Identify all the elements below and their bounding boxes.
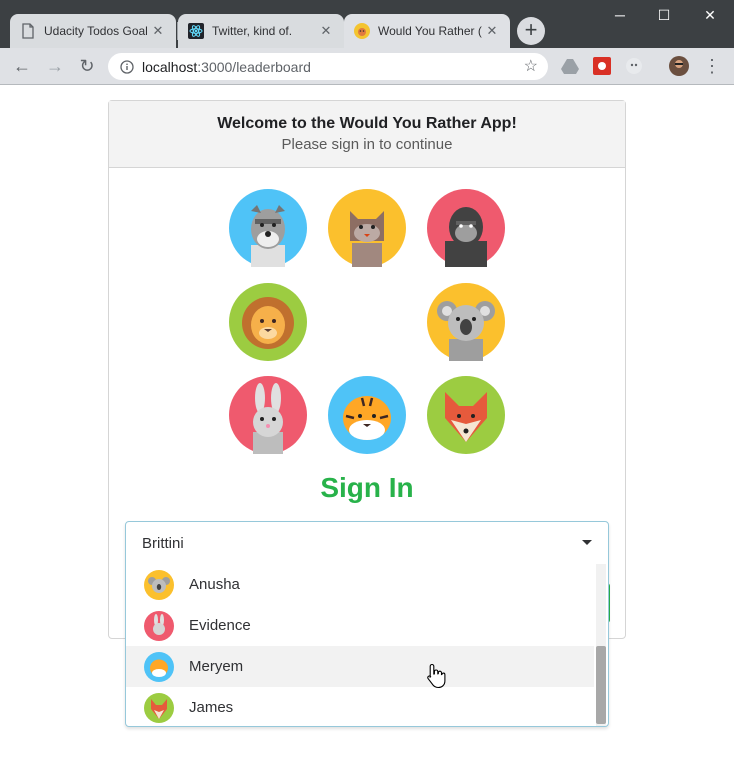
bookmark-star-icon[interactable]: ☆ xyxy=(524,56,538,76)
dropdown-menu: Anusha Evidence Meryem James xyxy=(126,564,608,726)
rabbit-icon xyxy=(229,376,307,454)
tab-title: Udacity Todos Goal xyxy=(44,24,148,38)
fox-icon xyxy=(144,692,174,723)
document-icon xyxy=(22,23,34,39)
close-tab-icon[interactable]: ✕ xyxy=(150,23,166,39)
close-window-icon[interactable]: ✕ xyxy=(696,4,724,26)
option-label: James xyxy=(189,699,234,716)
back-icon[interactable]: ← xyxy=(10,54,34,78)
dropdown-option-meryem[interactable]: Meryem xyxy=(126,646,594,687)
browser-menu-icon[interactable]: ⋮ xyxy=(700,54,724,78)
browser-titlebar: Udacity Todos Goal ✕ Twitter, kind of. ✕… xyxy=(0,0,734,48)
dropdown-scroll-thumb[interactable] xyxy=(596,646,606,724)
hand-cursor-icon xyxy=(427,663,446,689)
tab-udacity-todos[interactable]: Udacity Todos Goal ✕ xyxy=(10,14,176,48)
option-label: Anusha xyxy=(189,576,240,593)
card-header: Welcome to the Would You Rather App! Ple… xyxy=(109,101,625,168)
rabbit-icon xyxy=(144,610,174,641)
koala-icon xyxy=(427,283,505,361)
profile-avatar-icon[interactable] xyxy=(669,56,689,76)
lion-icon xyxy=(229,283,307,361)
url-path: :3000/leaderboard xyxy=(197,58,311,75)
tab-title: Twitter, kind of. xyxy=(212,24,293,38)
close-tab-icon[interactable]: ✕ xyxy=(484,23,500,39)
maximize-icon[interactable]: ☐ xyxy=(650,4,678,26)
welcome-title: Welcome to the Would You Rather App! xyxy=(217,115,517,132)
minimize-icon[interactable]: ─ xyxy=(606,4,634,26)
fox-icon xyxy=(427,376,505,454)
tab-would-you-rather[interactable]: Would You Rather ( ✕ xyxy=(344,14,510,48)
dropdown-option-evidence[interactable]: Evidence xyxy=(126,605,594,646)
dropdown-caret-icon[interactable] xyxy=(582,540,592,545)
koala-icon xyxy=(144,569,174,600)
google-drive-icon[interactable] xyxy=(561,57,579,75)
tab-twitter[interactable]: Twitter, kind of. ✕ xyxy=(178,14,344,48)
new-tab-button[interactable]: + xyxy=(517,17,545,45)
url-host: localhost xyxy=(142,58,198,75)
schnauzer-icon xyxy=(229,189,307,267)
selected-user[interactable]: Brittini xyxy=(126,522,608,564)
address-bar[interactable]: localhost:3000/leaderboard ☆ xyxy=(108,53,548,80)
dropdown-option-anusha[interactable]: Anusha xyxy=(126,564,594,605)
close-tab-icon[interactable]: ✕ xyxy=(318,23,334,39)
cat-icon xyxy=(328,189,406,267)
dropdown-option-james[interactable]: James xyxy=(126,687,594,726)
option-label: Meryem xyxy=(189,658,244,675)
info-icon[interactable] xyxy=(120,59,134,74)
welcome-subtitle: Please sign in to continue xyxy=(281,136,453,153)
browser-toolbar: ← → ↻ localhost:3000/leaderboard ☆ ⋮ xyxy=(0,48,734,85)
option-label: Evidence xyxy=(189,617,251,634)
react-icon xyxy=(188,23,204,39)
signin-title: Sign In xyxy=(320,472,414,503)
app-avatar-icon xyxy=(354,23,370,39)
tiger-icon xyxy=(144,651,174,682)
extension-red-icon[interactable] xyxy=(593,57,611,75)
selected-user-name: Brittini xyxy=(142,534,184,552)
tab-title: Would You Rather ( xyxy=(378,24,482,38)
extension-ghost-icon[interactable] xyxy=(625,57,643,75)
reload-icon[interactable]: ↻ xyxy=(75,54,99,78)
forward-icon[interactable]: → xyxy=(43,54,67,78)
gorilla-icon xyxy=(427,189,505,267)
user-select-dropdown[interactable]: Brittini Anusha Evidence Meryem James xyxy=(125,521,609,727)
tiger-icon xyxy=(328,376,406,454)
